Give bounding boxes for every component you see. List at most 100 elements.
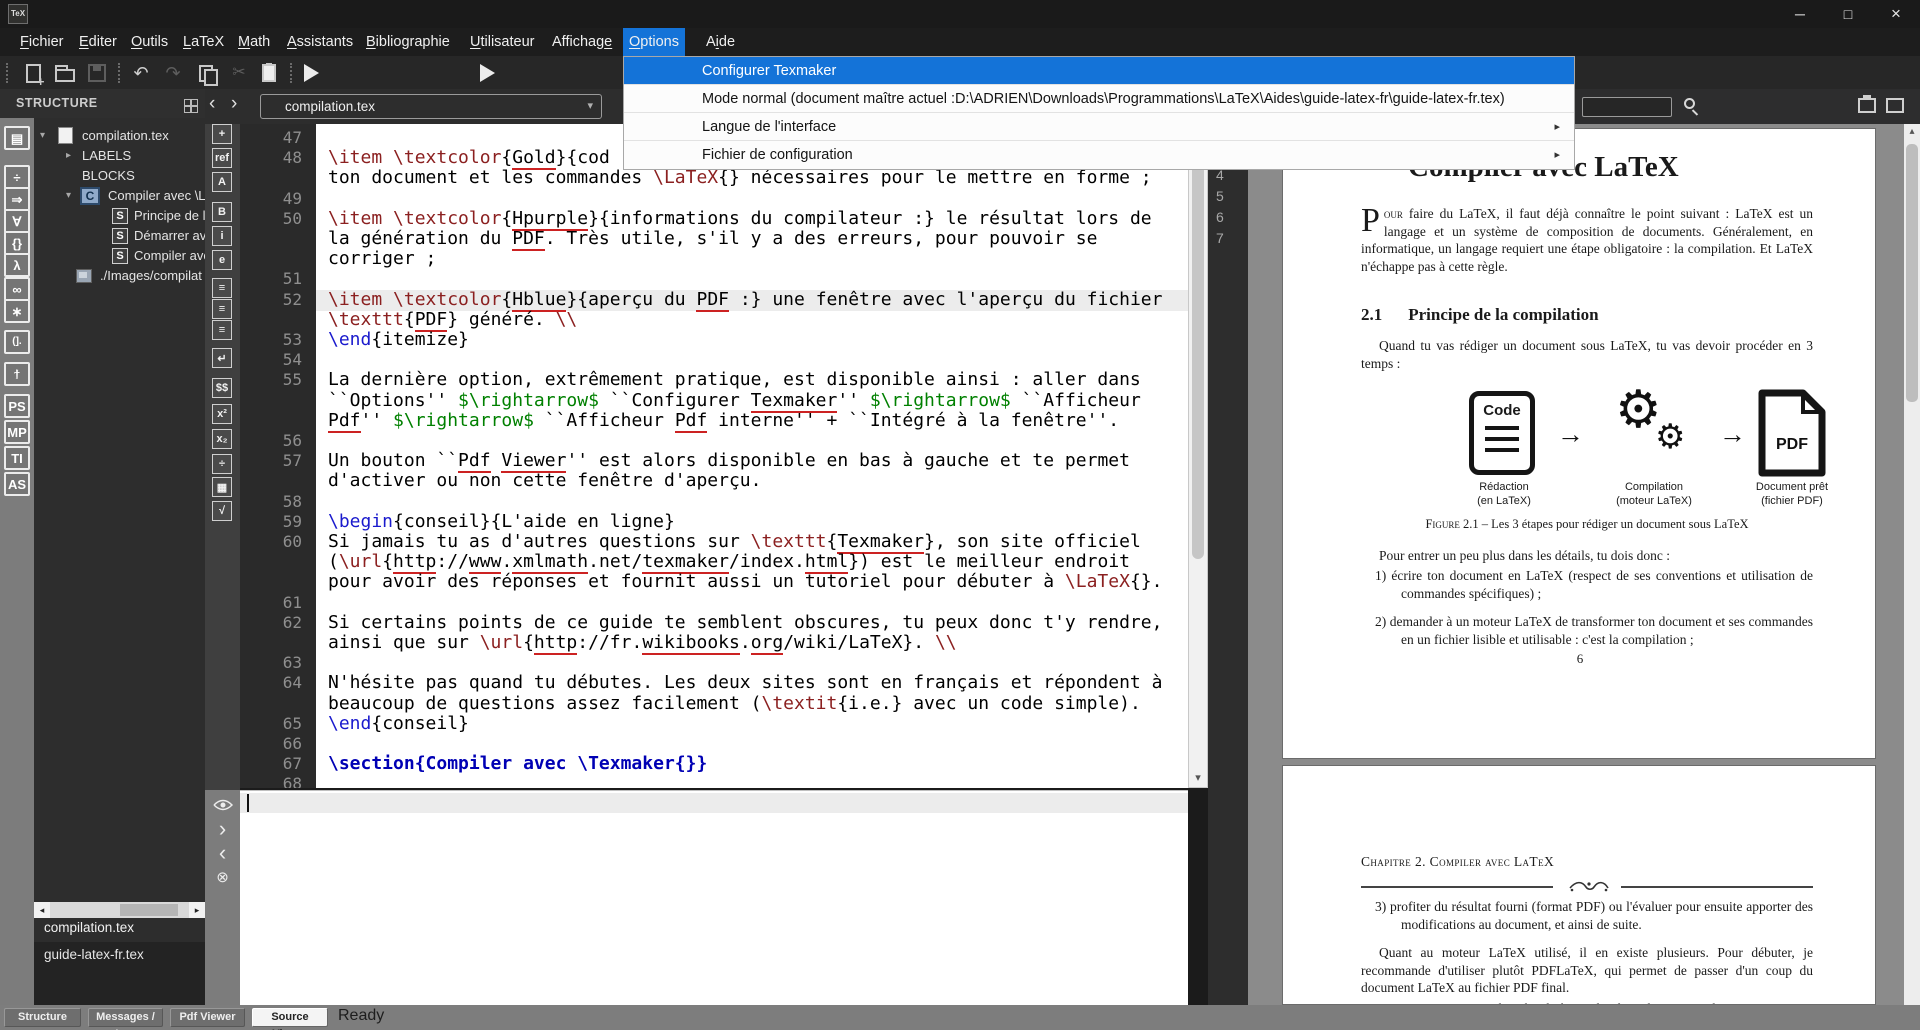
code-line[interactable]: \section{Compiler avec \Texmaker{}} [316,754,1188,775]
code-line[interactable]: \end{conseil} [316,714,1188,735]
menu-affichage[interactable]: Affichage [546,28,618,56]
tree-item[interactable]: ▾CCompiler avec \La [34,186,205,206]
greek-icon[interactable]: λ [4,253,30,277]
external-view-icon[interactable] [1886,98,1904,113]
tree-item[interactable]: ▾compilation.tex [34,126,205,146]
status-tab-pdf-viewer[interactable]: Pdf Viewer [170,1008,245,1027]
subscript-icon[interactable]: x₂ [212,429,232,449]
close-pane-icon[interactable]: ⊗ [205,868,240,886]
menu-assistants[interactable]: Assistants [281,28,359,56]
tree-item[interactable]: ./Images/compilat [34,266,205,286]
scroll-down-icon[interactable]: ▾ [1189,770,1207,787]
code-line[interactable]: beaucoup de questions assez facilement (… [316,694,1188,715]
expander-open-icon[interactable]: ▾ [66,186,71,206]
fontsize-icon[interactable]: A [212,172,232,192]
new-block-icon[interactable]: + [212,124,232,144]
tree-item[interactable]: BLOCKS [34,166,205,186]
code-line[interactable]: \item \textcolor{Hblue}{aperçu du PDF :}… [316,290,1188,311]
italic-icon[interactable]: i [212,226,232,246]
pdf-vscrollbar[interactable]: ▴ [1904,124,1920,1005]
frac-icon[interactable]: ÷ [212,454,232,474]
code-line[interactable] [316,492,1188,513]
operators-icon[interactable]: ÷ [4,165,30,189]
scroll-right-icon[interactable]: ▸ [189,902,205,918]
tree-item[interactable]: SDémarrer av [34,226,205,246]
lower-editor-pane[interactable] [240,790,1188,1005]
code-line[interactable] [316,431,1188,452]
code-line[interactable] [316,734,1188,755]
status-tab-source-viewer[interactable]: Source Viewer [252,1008,328,1027]
code-line[interactable]: (\url{http://www.xmlmath.net/texmaker/in… [316,552,1188,573]
grid-icon[interactable] [184,99,198,113]
arrows-icon[interactable]: ⇒ [4,187,30,211]
editor-vscrollbar[interactable]: ▾ [1188,124,1208,788]
pdf-page-list-item[interactable]: 5 [1216,188,1224,204]
toolbar-grip[interactable] [290,63,294,83]
code-editor[interactable]: \item \textcolor{Gold}{codton document e… [316,124,1188,788]
scroll-up-icon[interactable]: ▴ [1904,124,1920,140]
emph-icon[interactable]: e [212,250,232,270]
structure-hscrollbar[interactable]: ◂ ▸ [34,902,205,918]
menu-item[interactable]: Langue de l'interface▸ [624,113,1574,141]
menu-editer[interactable]: Editer [73,28,123,56]
asymptote-icon[interactable]: AS [4,472,30,496]
scroll-left-icon[interactable]: ◂ [34,902,50,918]
structure-list-icon[interactable]: ▤ [4,126,30,150]
menu-outils[interactable]: Outils [125,28,174,56]
metapost-icon[interactable]: MP [4,420,30,444]
menu-latex[interactable]: LaTeX [177,28,230,56]
undo-button[interactable]: ↶ [130,62,152,84]
code-line[interactable] [316,653,1188,674]
pdf-page-list-item[interactable]: 7 [1216,230,1224,246]
cut-button[interactable]: ✂ [228,62,250,84]
run-compile-button[interactable] [300,62,322,84]
menu-options[interactable]: Options [623,28,685,56]
code-line[interactable]: Si jamais tu as d'autres questions sur \… [316,532,1188,553]
copy-button[interactable] [196,62,218,84]
newline-icon[interactable]: ↵ [212,348,232,368]
eye-icon[interactable] [205,798,240,816]
new-file-button[interactable]: + [22,62,44,84]
matrix-icon[interactable]: ▦ [212,477,232,497]
code-line[interactable]: corriger ; [316,249,1188,270]
open-file-item[interactable]: guide-latex-fr.tex [44,947,144,962]
code-line[interactable]: Pdf'' $\rightarrow$ ``Afficheur Pdf inte… [316,411,1188,432]
menu-math[interactable]: Math [232,28,276,56]
menu-item[interactable]: Mode normal (document maître actuel :D:\… [624,85,1574,113]
pstricks-icon[interactable]: PS [4,394,30,418]
minimize-button[interactable]: ─ [1776,0,1824,28]
status-tab-messages-log[interactable]: Messages / Log [88,1008,163,1027]
code-line[interactable]: ainsi que sur \url{http://fr.wikibooks.o… [316,633,1188,654]
tikz-icon[interactable]: TI [4,446,30,470]
code-line[interactable]: la génération du PDF. Très utile, s'il y… [316,229,1188,250]
math-mode-icon[interactable]: $$ [212,378,232,398]
close-button[interactable]: × [1872,0,1920,28]
open-file-item[interactable]: compilation.tex [44,920,134,935]
pdf-page-list-item[interactable]: 6 [1216,209,1224,225]
search-icon[interactable] [1684,98,1695,109]
description-icon[interactable]: ≡ [212,320,232,340]
tree-item[interactable]: ▸LABELS [34,146,205,166]
code-line[interactable]: \item \textcolor{Hpurple}{informations d… [316,209,1188,230]
open-file-button[interactable] [54,62,76,84]
code-line[interactable] [316,593,1188,614]
menu-fichier[interactable]: Fichier [14,28,70,56]
toolbar-grip[interactable] [6,63,10,83]
next-icon[interactable]: › [205,816,240,842]
code-line[interactable] [316,774,1188,788]
expander-closed-icon[interactable]: ▸ [66,146,71,166]
relations-icon[interactable]: ∀ [4,209,30,233]
menu-item[interactable]: Fichier de configuration▸ [624,141,1574,169]
misc-symbols-icon[interactable]: ∗ [4,299,30,323]
delimiters-icon[interactable]: {} [4,231,30,255]
menu-utilisateur[interactable]: Utilisateur [464,28,540,56]
status-tab-structure[interactable]: Structure [4,1008,81,1027]
code-line[interactable]: \texttt{PDF} généré. \\ [316,310,1188,331]
code-line[interactable] [316,269,1188,290]
toolbar-grip[interactable] [118,63,122,83]
text-symbols-icon[interactable]: ϯ [4,362,30,386]
tree-item[interactable]: SPrincipe de la [34,206,205,226]
code-line[interactable] [316,189,1188,210]
print-icon[interactable] [1858,98,1876,113]
previous-icon[interactable]: ‹ [205,840,240,866]
